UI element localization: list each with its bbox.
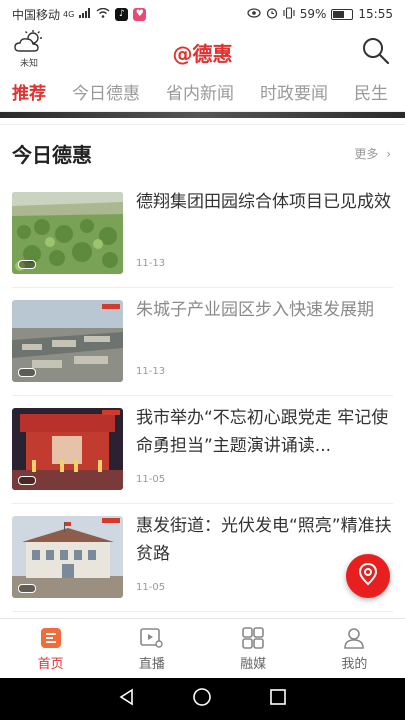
clock: 15:55 [358,7,393,21]
search-button[interactable] [361,36,391,66]
back-icon[interactable] [118,688,136,710]
signal-icon [79,7,91,21]
news-item[interactable]: 我市举办“不忘初心跟党走 牢记使命勇担当”主题演讲诵读... 11-05 [12,396,393,504]
video-icon [18,260,36,269]
message-app-icon: ♥ [133,7,147,21]
tab-livelihood[interactable]: 民生 [342,76,388,111]
system-nav-bar [0,678,405,720]
nav-profile-label: 我的 [341,657,368,672]
nav-live[interactable]: 直播 [101,619,202,678]
network-label: 4G [63,9,75,19]
news-title: 德翔集团田园综合体项目已见成效 [136,192,391,212]
news-thumbnail [12,516,123,598]
eye-icon [247,7,261,21]
news-item[interactable]: 惠发街道：光伏发电“照亮”精准扶贫路 11-05 [12,504,393,612]
carrier-label: 中国移动 [12,7,61,22]
app-title: @德惠 [172,42,233,66]
nav-media[interactable]: 融媒 [203,619,304,678]
banner-edge [0,112,405,118]
chevron-right-icon: › [386,147,391,161]
news-thumbnail [12,408,123,490]
vibrate-icon [283,6,295,22]
status-left: 中国移动 4G ♪ ♥ [12,6,147,23]
more-label: 更多 [354,147,379,161]
battery-percent: 59% [299,7,327,21]
video-icon [18,476,36,485]
profile-icon [304,625,405,651]
video-icon [18,584,36,593]
tab-provincial-news[interactable]: 省内新闻 [154,76,234,111]
status-right: 59% 15:55 [247,6,393,22]
nav-media-label: 融媒 [240,657,267,672]
news-title: 我市举办“不忘初心跟党走 牢记使命勇担当”主题演讲诵读... [136,408,389,456]
news-date: 11-05 [136,474,166,485]
home-icon [0,625,101,651]
app-header: 未知 @德惠 [0,28,405,74]
nav-home-label: 首页 [37,657,64,672]
category-tabs: 推荐 今日德惠 省内新闻 时政要闻 民生 [0,76,405,112]
nav-live-label: 直播 [138,657,165,672]
nav-home[interactable]: 首页 [0,619,101,678]
wifi-icon [96,7,110,21]
more-link[interactable]: 更多 › [354,145,391,162]
video-icon [18,368,36,377]
recents-icon[interactable] [269,688,287,710]
tab-today-dehui[interactable]: 今日德惠 [60,76,140,111]
news-item[interactable]: 德翔集团田园综合体项目已见成效 11-13 [12,180,393,288]
news-date: 11-13 [136,258,166,269]
news-thumbnail [12,192,123,274]
section-header: 今日德惠 更多 › [0,124,405,174]
alarm-icon [266,7,278,22]
news-date: 11-13 [136,366,166,377]
tab-politics[interactable]: 时政要闻 [248,76,328,111]
location-pin-icon [357,562,379,590]
news-date: 11-05 [136,582,166,593]
section-title: 今日德惠 [12,143,92,167]
home-circle-icon[interactable] [192,687,212,711]
status-bar: 中国移动 4G ♪ ♥ 59% 15:55 [0,0,405,28]
tab-recommend[interactable]: 推荐 [0,76,46,111]
news-title: 朱城子产业园区步入快速发展期 [136,300,374,320]
tiktok-icon: ♪ [115,7,129,21]
location-button[interactable] [346,554,390,598]
news-list: 德翔集团田园综合体项目已见成效 11-13 朱城子产业园区步入快速发展期 11-… [0,180,405,612]
nav-profile[interactable]: 我的 [304,619,405,678]
battery-icon [331,8,354,20]
news-thumbnail [12,300,123,382]
live-icon [101,625,202,651]
search-icon [361,38,391,70]
news-item[interactable]: 朱城子产业园区步入快速发展期 11-13 [12,288,393,396]
media-grid-icon [203,625,304,651]
bottom-nav: 首页 直播 融媒 我的 [0,618,405,678]
